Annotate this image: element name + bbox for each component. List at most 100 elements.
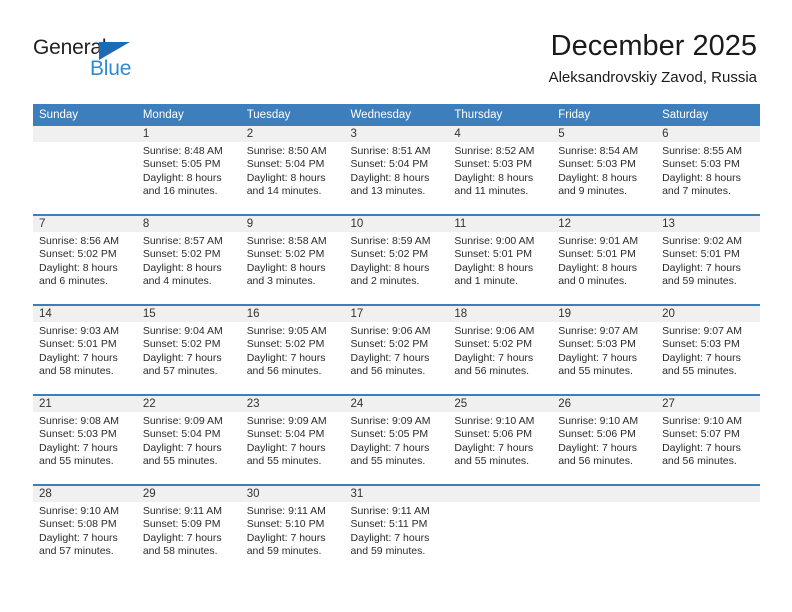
day-cell[interactable]: 23 Sunrise: 9:09 AM Sunset: 5:04 PM Dayl… [240,394,345,485]
day-number: 24 [344,396,449,412]
weekday-header-monday: Monday [136,104,241,126]
daylight-text-line1: Daylight: 7 hours [39,531,118,544]
daylight-text-line1: Daylight: 8 hours [39,261,118,274]
day-cell[interactable]: 1 Sunrise: 8:48 AM Sunset: 5:05 PM Dayli… [136,126,241,215]
day-cell[interactable]: 29 Sunrise: 9:11 AM Sunset: 5:09 PM Dayl… [136,484,241,574]
day-cell[interactable] [656,484,760,574]
day-number: 31 [344,486,449,502]
daylight-text-line1: Daylight: 8 hours [454,171,534,184]
day-cell[interactable]: 18 Sunrise: 9:06 AM Sunset: 5:02 PM Dayl… [448,304,553,395]
sunrise-text: Sunrise: 9:09 AM [142,415,223,427]
daylight-text-line1: Daylight: 8 hours [142,171,222,184]
day-number [33,126,137,142]
daylight-text-line2: and 4 minutes. [142,274,212,287]
daylight-text-line1: Daylight: 8 hours [246,261,326,274]
day-cell[interactable]: 31 Sunrise: 9:11 AM Sunset: 5:11 PM Dayl… [344,484,449,574]
day-number: 26 [552,396,657,412]
sunrise-text: Sunrise: 9:05 AM [246,325,327,337]
sunrise-text: Sunrise: 8:48 AM [142,145,223,157]
day-cell[interactable]: 30 Sunrise: 9:11 AM Sunset: 5:10 PM Dayl… [240,484,345,574]
day-cell[interactable]: 26 Sunrise: 9:10 AM Sunset: 5:06 PM Dayl… [552,394,657,485]
day-cell[interactable]: 19 Sunrise: 9:07 AM Sunset: 5:03 PM Dayl… [552,304,657,395]
week-row: 28 Sunrise: 9:10 AM Sunset: 5:08 PM Dayl… [33,484,760,574]
daylight-text-line1: Daylight: 8 hours [558,261,638,274]
sunset-text: Sunset: 5:06 PM [558,428,636,441]
day-details: Sunrise: 8:57 AM Sunset: 5:02 PM Dayligh… [137,232,241,288]
week-row: 14 Sunrise: 9:03 AM Sunset: 5:01 PM Dayl… [33,304,760,395]
day-details: Sunrise: 9:08 AM Sunset: 5:03 PM Dayligh… [33,412,137,468]
day-cell[interactable]: 21 Sunrise: 9:08 AM Sunset: 5:03 PM Dayl… [33,394,137,485]
sunset-text: Sunset: 5:02 PM [454,338,533,351]
sunrise-text: Sunrise: 9:10 AM [558,415,639,427]
weekday-header-saturday: Saturday [656,104,760,126]
day-cell[interactable]: 22 Sunrise: 9:09 AM Sunset: 5:04 PM Dayl… [136,394,241,485]
sunrise-text: Sunrise: 9:09 AM [246,415,327,427]
day-cell[interactable]: 25 Sunrise: 9:10 AM Sunset: 5:06 PM Dayl… [448,394,553,485]
day-number: 22 [136,396,241,412]
day-details: Sunrise: 9:07 AM Sunset: 5:03 PM Dayligh… [656,322,760,378]
daylight-text-line2: and 55 minutes. [558,364,633,377]
daylight-text-line1: Daylight: 7 hours [350,531,430,544]
day-number: 4 [448,126,553,142]
weekday-header-thursday: Thursday [448,104,553,126]
day-cell[interactable]: 12 Sunrise: 9:01 AM Sunset: 5:01 PM Dayl… [552,214,657,305]
sunrise-text: Sunrise: 8:55 AM [662,145,743,157]
daylight-text-line2: and 11 minutes. [454,184,529,197]
day-cell[interactable] [552,484,657,574]
daylight-text-line2: and 59 minutes. [350,544,426,557]
day-cell[interactable]: 4 Sunrise: 8:52 AM Sunset: 5:03 PM Dayli… [448,126,553,215]
day-cell[interactable]: 16 Sunrise: 9:05 AM Sunset: 5:02 PM Dayl… [240,304,345,395]
sunset-text: Sunset: 5:09 PM [142,518,221,531]
day-number: 25 [448,396,553,412]
day-number: 20 [656,306,760,322]
day-cell[interactable]: 8 Sunrise: 8:57 AM Sunset: 5:02 PM Dayli… [136,214,241,305]
day-cell[interactable]: 9 Sunrise: 8:58 AM Sunset: 5:02 PM Dayli… [240,214,345,305]
page-header: General Blue December 2025 Aleksandrovsk… [0,0,792,104]
day-cell[interactable] [33,126,137,215]
sunset-text: Sunset: 5:02 PM [142,338,221,351]
day-cell[interactable]: 3 Sunrise: 8:51 AM Sunset: 5:04 PM Dayli… [344,126,449,215]
daylight-text-line2: and 58 minutes. [142,544,218,557]
weekday-header-wednesday: Wednesday [344,104,449,126]
daylight-text-line2: and 55 minutes. [39,454,114,467]
day-number: 18 [448,306,553,322]
daylight-text-line1: Daylight: 7 hours [142,351,222,364]
sunrise-text: Sunrise: 8:50 AM [246,145,327,157]
day-cell[interactable]: 27 Sunrise: 9:10 AM Sunset: 5:07 PM Dayl… [656,394,760,485]
day-cell[interactable]: 11 Sunrise: 9:00 AM Sunset: 5:01 PM Dayl… [448,214,553,305]
day-cell[interactable]: 17 Sunrise: 9:06 AM Sunset: 5:02 PM Dayl… [344,304,449,395]
daylight-text-line1: Daylight: 7 hours [142,441,222,454]
day-details: Sunrise: 9:06 AM Sunset: 5:02 PM Dayligh… [448,322,552,378]
day-cell[interactable]: 10 Sunrise: 8:59 AM Sunset: 5:02 PM Dayl… [344,214,449,305]
sunrise-text: Sunrise: 8:59 AM [350,235,431,247]
daylight-text-line1: Daylight: 7 hours [558,441,638,454]
day-cell[interactable]: 20 Sunrise: 9:07 AM Sunset: 5:03 PM Dayl… [656,304,760,395]
day-details [656,502,760,505]
day-cell[interactable]: 2 Sunrise: 8:50 AM Sunset: 5:04 PM Dayli… [240,126,345,215]
day-cell[interactable]: 24 Sunrise: 9:09 AM Sunset: 5:05 PM Dayl… [344,394,449,485]
daylight-text-line1: Daylight: 7 hours [662,261,741,274]
day-cell[interactable]: 28 Sunrise: 9:10 AM Sunset: 5:08 PM Dayl… [33,484,137,574]
day-cell[interactable]: 7 Sunrise: 8:56 AM Sunset: 5:02 PM Dayli… [33,214,137,305]
sunset-text: Sunset: 5:05 PM [350,428,429,441]
day-number [656,486,760,502]
day-cell[interactable]: 13 Sunrise: 9:02 AM Sunset: 5:01 PM Dayl… [656,214,760,305]
sunset-text: Sunset: 5:02 PM [350,248,429,261]
daylight-text-line2: and 56 minutes. [558,454,633,467]
sunrise-text: Sunrise: 9:08 AM [39,415,119,427]
sunrise-text: Sunrise: 9:11 AM [142,505,223,517]
daylight-text-line2: and 55 minutes. [662,364,737,377]
sunset-text: Sunset: 5:02 PM [39,248,117,261]
day-cell[interactable]: 6 Sunrise: 8:55 AM Sunset: 5:03 PM Dayli… [656,126,760,215]
day-details: Sunrise: 9:01 AM Sunset: 5:01 PM Dayligh… [552,232,656,288]
day-cell[interactable]: 5 Sunrise: 8:54 AM Sunset: 5:03 PM Dayli… [552,126,657,215]
daylight-text-line2: and 3 minutes. [246,274,316,287]
day-cell[interactable] [448,484,553,574]
day-cell[interactable]: 15 Sunrise: 9:04 AM Sunset: 5:02 PM Dayl… [136,304,241,395]
day-cell[interactable]: 14 Sunrise: 9:03 AM Sunset: 5:01 PM Dayl… [33,304,137,395]
day-number: 30 [240,486,345,502]
sunset-text: Sunset: 5:01 PM [39,338,117,351]
page-subtitle: Aleksandrovskiy Zavod, Russia [548,69,757,86]
daylight-text-line2: and 57 minutes. [39,544,114,557]
sunrise-text: Sunrise: 9:07 AM [662,325,743,337]
